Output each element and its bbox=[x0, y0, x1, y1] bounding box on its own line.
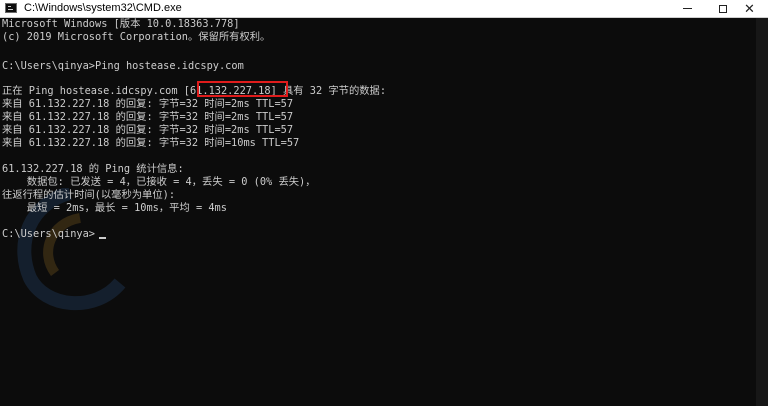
console-line: C:\Users\qinya>Ping hostease.idcspy.com bbox=[2, 60, 244, 72]
console-line: 来自 61.132.227.18 的回复: 字节=32 时间=2ms TTL=5… bbox=[2, 111, 294, 123]
console-line: 往返行程的估计时间(以毫秒为单位): bbox=[2, 189, 176, 201]
console-line: 来自 61.132.227.18 的回复: 字节=32 时间=10ms TTL=… bbox=[2, 137, 300, 149]
close-button[interactable]: ✕ bbox=[731, 0, 768, 17]
console-line: (c) 2019 Microsoft Corporation。保留所有权利。 bbox=[2, 31, 271, 43]
text-cursor bbox=[99, 237, 106, 239]
cmd-app-icon bbox=[5, 3, 17, 13]
ip-highlight-box bbox=[197, 81, 288, 97]
console-line: 数据包: 已发送 = 4，已接收 = 4，丢失 = 0 (0% 丢失)， bbox=[2, 176, 316, 188]
close-icon: ✕ bbox=[744, 1, 755, 16]
console-line: 来自 61.132.227.18 的回复: 字节=32 时间=2ms TTL=5… bbox=[2, 124, 294, 136]
console-line: 最短 = 2ms，最长 = 10ms，平均 = 4ms bbox=[2, 202, 227, 214]
console-line: 61.132.227.18 的 Ping 统计信息: bbox=[2, 163, 184, 175]
console-line: 来自 61.132.227.18 的回复: 字节=32 时间=2ms TTL=5… bbox=[2, 98, 294, 110]
vertical-scrollbar[interactable] bbox=[756, 18, 768, 406]
console-prompt: C:\Users\qinya> bbox=[2, 228, 95, 240]
minimize-icon bbox=[682, 8, 692, 9]
title-bar[interactable]: C:\Windows\system32\CMD.exe ✕ bbox=[0, 0, 768, 18]
console-output[interactable]: Microsoft Windows [版本 10.0.18363.778] (c… bbox=[0, 18, 756, 406]
console-line: Microsoft Windows [版本 10.0.18363.778] bbox=[2, 18, 240, 30]
maximize-icon bbox=[719, 4, 727, 13]
window-title: C:\Windows\system32\CMD.exe bbox=[24, 2, 182, 14]
console-line: 正在 Ping hostease.idcspy.com [61.132.227.… bbox=[2, 85, 387, 97]
